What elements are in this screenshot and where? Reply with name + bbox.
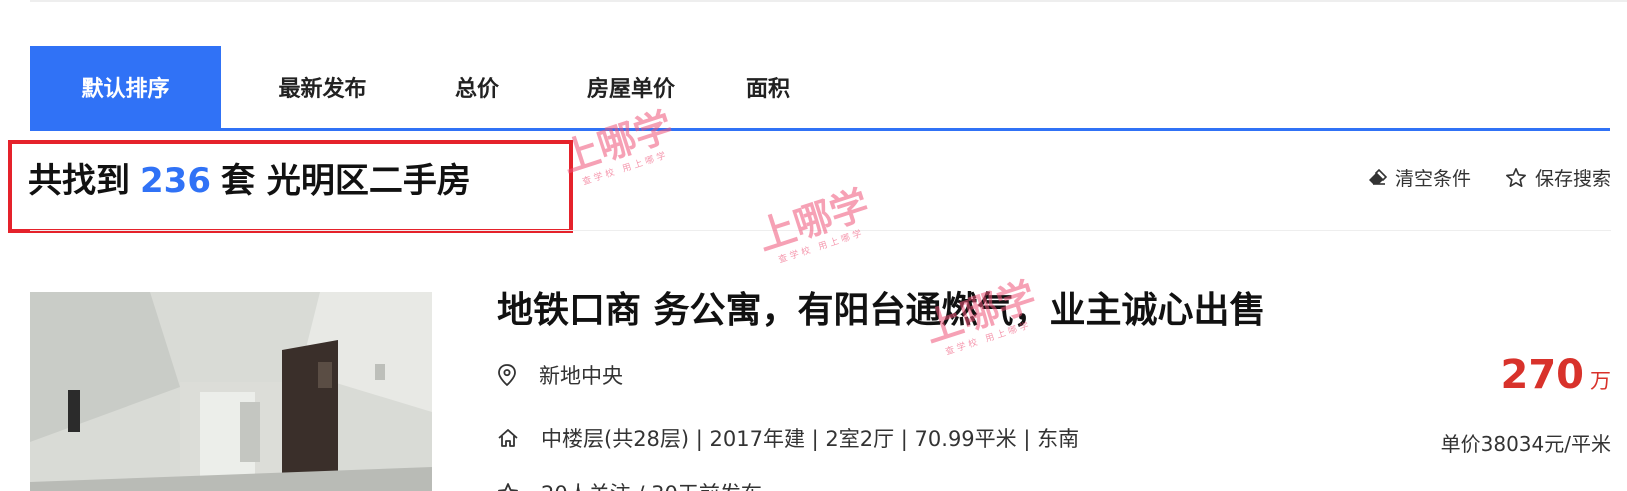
listing-location-row: 新地中央 [497,360,623,390]
listing-photo[interactable] [30,292,432,491]
section-divider [30,230,1611,231]
result-suffix: 套 光明区二手房 [220,161,471,201]
star-outline-icon [1506,168,1526,187]
result-prefix: 共找到 [28,161,130,201]
page: 默认排序 最新发布 总价 房屋单价 面积 共找到 236 套 光明区二手房 清空条件… [0,0,1627,491]
tab-newest[interactable]: 最新发布 [221,46,424,128]
price-unit: 万 [1590,369,1611,393]
tab-area[interactable]: 面积 [732,46,804,128]
house-info: 中楼层(共28层) | 2017年建 | 2室2厅 | 70.99平米 | 东南 [541,427,1080,451]
filter-actions: 清空条件 保存搜索 [1367,164,1611,191]
clear-filters-button[interactable]: 清空条件 [1367,164,1471,191]
result-count: 236 [140,161,211,201]
total-price: 270 万 [1501,352,1612,398]
unit-price: 单价38034元/平米 [1440,432,1611,456]
tab-default-sort[interactable]: 默认排序 [30,46,221,128]
result-summary: 共找到 236 套 光明区二手房 [28,156,471,206]
top-divider [30,0,1627,2]
tab-unit-price[interactable]: 房屋单价 [530,46,732,128]
watermark-subtext: 查学校 用上哪学 [581,150,670,188]
listing-follow-row: 20人关注 / 30天前发布 [497,478,762,491]
price-value: 270 [1500,352,1585,398]
tabs-underline [30,128,1610,131]
watermark-text: 上哪学 [751,181,875,259]
map-pin-icon [498,364,516,386]
house-icon [498,429,518,447]
clear-filters-label: 清空条件 [1394,168,1471,190]
listing-title[interactable]: 地铁口商 务公寓，有阳台通燃气，业主诚心出售 [497,286,1266,336]
eraser-icon [1368,168,1387,185]
watermark-subtext: 查学校 用上哪学 [777,228,866,266]
star-icon [498,483,518,491]
sort-tabs: 默认排序 最新发布 总价 房屋单价 面积 [30,46,1610,128]
save-search-label: 保存搜索 [1534,168,1611,190]
location-link[interactable]: 新地中央 [539,360,623,390]
follow-info: 20人关注 / 30天前发布 [541,478,762,491]
save-search-button[interactable]: 保存搜索 [1505,164,1611,191]
room-photo [30,292,432,491]
listing-house-row: 中楼层(共28层) | 2017年建 | 2室2厅 | 70.99平米 | 东南 [497,423,1079,453]
watermark-logo: 上哪学 查学校 用上哪学 [751,181,878,270]
tab-total-price[interactable]: 总价 [424,46,530,128]
